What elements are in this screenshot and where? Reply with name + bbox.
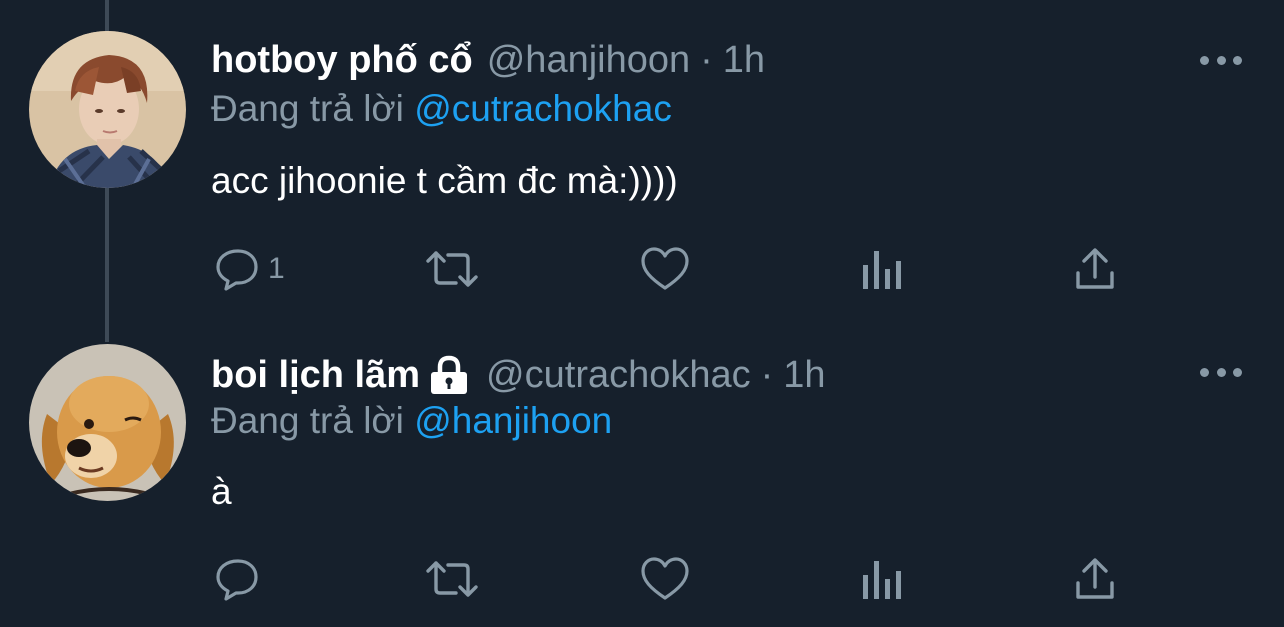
replying-to-label: Đang trả lời (211, 88, 404, 129)
tweet-1[interactable]: hotboy phố cổ @hanjihoon · 1h Đang trả l… (0, 0, 1284, 330)
user-handle[interactable]: @cutrachokhac (486, 354, 751, 397)
like-button[interactable] (640, 554, 690, 604)
replying-to: Đang trả lời @cutrachokhac (211, 88, 672, 134)
lock-icon (428, 355, 470, 395)
separator-dot: · (700, 38, 713, 81)
share-button[interactable] (1074, 244, 1116, 294)
display-name[interactable]: boi lịch lãm (211, 354, 420, 397)
tweet-text: à (211, 471, 232, 512)
tweet-actions: 1 (0, 244, 1284, 294)
share-icon (1076, 248, 1114, 289)
replying-to: Đang trả lời @hanjihoon (211, 400, 612, 446)
tweet-actions (0, 554, 1284, 604)
share-button[interactable] (1074, 554, 1116, 604)
reply-icon (216, 249, 258, 291)
display-name[interactable]: hotboy phố cổ (211, 39, 473, 82)
avatar[interactable] (29, 344, 186, 501)
analytics-icon (863, 251, 901, 289)
analytics-button[interactable] (860, 554, 904, 604)
heart-icon (641, 247, 689, 290)
retweet-button[interactable] (424, 554, 480, 604)
tweet-header: boi lịch lãm @cutrachokhac · 1h (211, 350, 826, 400)
mention-link[interactable]: @hanjihoon (414, 400, 612, 441)
tweet-2[interactable]: boi lịch lãm @cutrachokhac · 1h Đang trả… (0, 330, 1284, 627)
avatar[interactable] (29, 31, 186, 188)
reply-icon (216, 559, 258, 601)
mention-link[interactable]: @cutrachokhac (414, 88, 672, 129)
reply-count: 1 (268, 252, 285, 285)
share-icon (1076, 558, 1114, 599)
heart-icon (641, 557, 689, 600)
retweet-button[interactable] (424, 244, 480, 294)
tweet-header: hotboy phố cổ @hanjihoon · 1h (211, 35, 765, 85)
person-avatar-image (29, 31, 186, 188)
retweet-icon (426, 561, 478, 597)
dog-avatar-image (29, 344, 186, 501)
replying-to-label: Đang trả lời (211, 400, 404, 441)
reply-button[interactable] (214, 554, 268, 604)
analytics-button[interactable] (860, 244, 904, 294)
separator-dot: · (760, 353, 774, 396)
more-icon[interactable] (1200, 50, 1242, 70)
retweet-icon (426, 251, 478, 287)
user-handle[interactable]: @hanjihoon (487, 39, 690, 82)
timestamp[interactable]: 1h (783, 354, 825, 397)
tweet-text: acc jihoonie t cầm đc mà:)))) (211, 160, 678, 201)
timestamp[interactable]: 1h (723, 39, 765, 82)
analytics-icon (863, 561, 901, 599)
more-icon[interactable] (1200, 362, 1242, 382)
tweet-thread: hotboy phố cổ @hanjihoon · 1h Đang trả l… (0, 0, 1284, 627)
reply-button[interactable]: 1 (214, 244, 285, 294)
like-button[interactable] (640, 244, 690, 294)
